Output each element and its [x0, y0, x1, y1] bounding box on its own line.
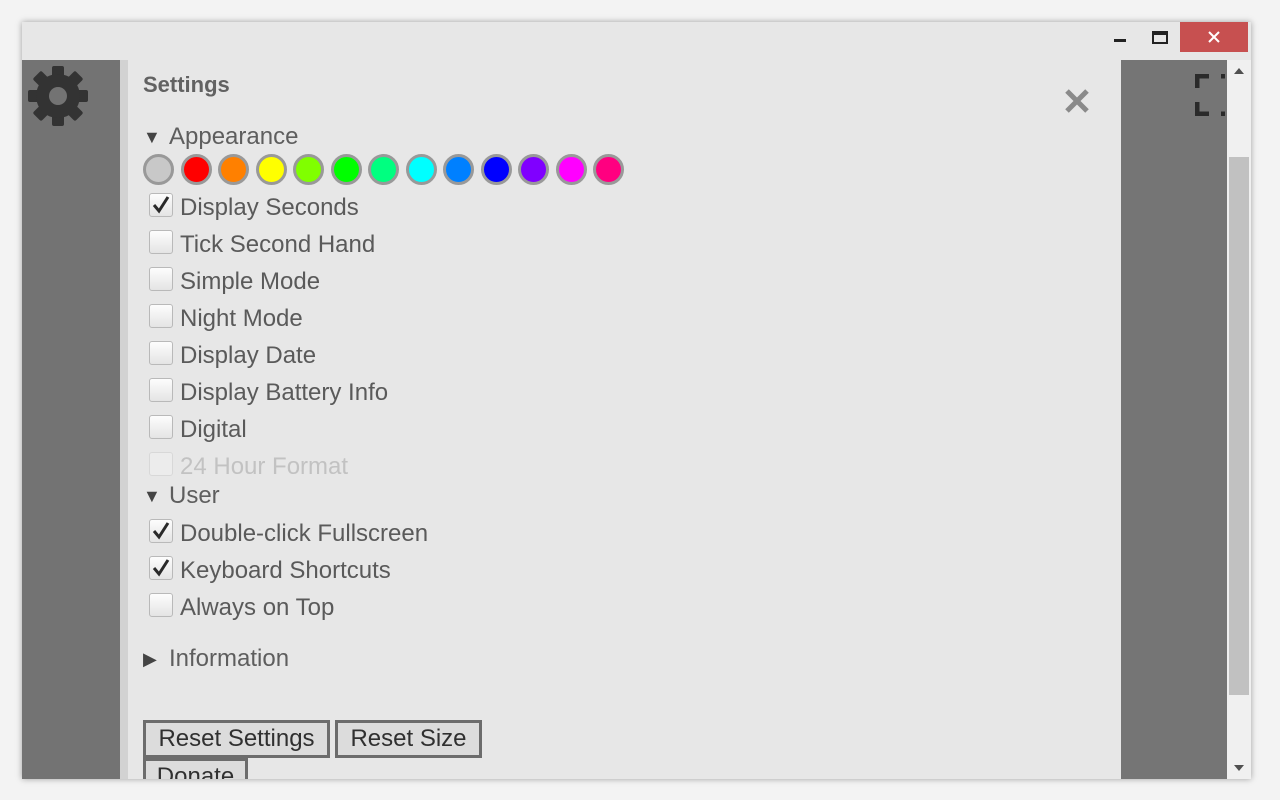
checkbox[interactable]: [149, 193, 173, 217]
settings-panel: Settings ▼ Appearance Display Seconds Tic…: [128, 60, 1121, 779]
checkbox[interactable]: [149, 415, 173, 439]
option-row[interactable]: Display Date: [149, 341, 317, 370]
option-row: 24 Hour Format: [149, 452, 349, 481]
color-swatch[interactable]: [180, 154, 212, 185]
color-swatches: [143, 154, 631, 185]
section-user[interactable]: ▼ User: [143, 482, 220, 510]
reset-settings-button[interactable]: Reset Settings: [143, 720, 330, 758]
right-panel: [1121, 60, 1227, 779]
scroll-up-button[interactable]: [1227, 60, 1251, 82]
collapsed-triangle-icon: ▶: [143, 648, 157, 669]
option-label: Display Date: [180, 342, 317, 369]
color-swatch[interactable]: [330, 154, 362, 185]
option-row[interactable]: Tick Second Hand: [149, 230, 376, 259]
option-label: Simple Mode: [180, 268, 321, 295]
option-row[interactable]: Simple Mode: [149, 267, 321, 296]
section-information-label: Information: [169, 645, 290, 672]
section-appearance[interactable]: ▼ Appearance: [143, 123, 298, 151]
option-label: Tick Second Hand: [180, 231, 376, 258]
arrow-up-icon: [1234, 68, 1244, 74]
option-row[interactable]: Double-click Fullscreen: [149, 519, 429, 548]
expanded-triangle-icon: ▼: [143, 126, 161, 147]
option-row[interactable]: Night Mode: [149, 304, 303, 333]
section-appearance-label: Appearance: [169, 123, 299, 150]
checkbox[interactable]: [149, 304, 173, 328]
color-swatch[interactable]: [293, 154, 324, 185]
color-swatch[interactable]: [443, 154, 474, 185]
checkbox[interactable]: [149, 519, 173, 543]
close-icon: [1065, 89, 1089, 113]
section-user-label: User: [169, 482, 220, 509]
option-label: Display Seconds: [180, 194, 359, 221]
option-label: Night Mode: [180, 305, 303, 332]
option-row[interactable]: Keyboard Shortcuts: [149, 556, 391, 585]
checkbox[interactable]: [149, 593, 173, 617]
fullscreen-icon[interactable]: [1195, 74, 1225, 116]
option-label: Display Battery Info: [180, 379, 389, 406]
window-close-button[interactable]: [1180, 22, 1248, 52]
color-swatch[interactable]: [218, 154, 249, 185]
option-row[interactable]: Digital: [149, 415, 247, 444]
option-label: 24 Hour Format: [180, 453, 349, 480]
color-swatch[interactable]: [518, 154, 549, 185]
option-row[interactable]: Display Seconds: [149, 193, 359, 222]
minimize-button[interactable]: [1107, 22, 1133, 52]
checkbox[interactable]: [149, 556, 173, 580]
title-bar[interactable]: [22, 22, 1251, 60]
left-panel: [22, 60, 120, 779]
maximize-button[interactable]: [1147, 22, 1173, 52]
section-information[interactable]: ▶ Information: [143, 645, 289, 673]
color-swatch[interactable]: [405, 154, 437, 185]
scroll-down-button[interactable]: [1227, 757, 1251, 779]
option-row[interactable]: Always on Top: [149, 593, 335, 622]
expanded-triangle-icon: ▼: [143, 485, 161, 506]
color-swatch[interactable]: [368, 154, 399, 185]
app-window: Settings ▼ Appearance Display Seconds Tic…: [22, 22, 1251, 779]
checkbox[interactable]: [149, 267, 173, 291]
color-swatch[interactable]: [255, 154, 287, 185]
reset-size-button[interactable]: Reset Size: [335, 720, 482, 758]
gear-icon[interactable]: [28, 66, 88, 126]
maximize-icon: [1152, 30, 1168, 44]
checkmark-icon: [152, 522, 170, 540]
checkbox[interactable]: [149, 378, 173, 402]
close-icon: [1208, 31, 1220, 43]
settings-title: Settings: [143, 72, 230, 97]
vertical-scrollbar[interactable]: [1227, 60, 1251, 779]
checkbox: [149, 452, 173, 476]
color-swatch[interactable]: [555, 154, 587, 185]
arrow-down-icon: [1234, 765, 1244, 771]
color-swatch[interactable]: [480, 154, 512, 185]
checkbox[interactable]: [149, 230, 173, 254]
option-label: Keyboard Shortcuts: [180, 557, 391, 584]
settings-close-button[interactable]: [1062, 84, 1092, 118]
option-label: Digital: [180, 416, 247, 443]
color-swatch[interactable]: [593, 154, 624, 185]
option-label: Always on Top: [180, 594, 335, 621]
minimize-icon: [1114, 39, 1126, 42]
donate-button[interactable]: Donate: [143, 758, 248, 779]
option-label: Double-click Fullscreen: [180, 520, 429, 547]
checkmark-icon: [152, 559, 170, 577]
scroll-thumb[interactable]: [1229, 157, 1249, 695]
checkbox[interactable]: [149, 341, 173, 365]
checkmark-icon: [152, 196, 170, 214]
panel-divider: [120, 60, 128, 779]
color-swatch[interactable]: [143, 154, 174, 185]
option-row[interactable]: Display Battery Info: [149, 378, 389, 407]
